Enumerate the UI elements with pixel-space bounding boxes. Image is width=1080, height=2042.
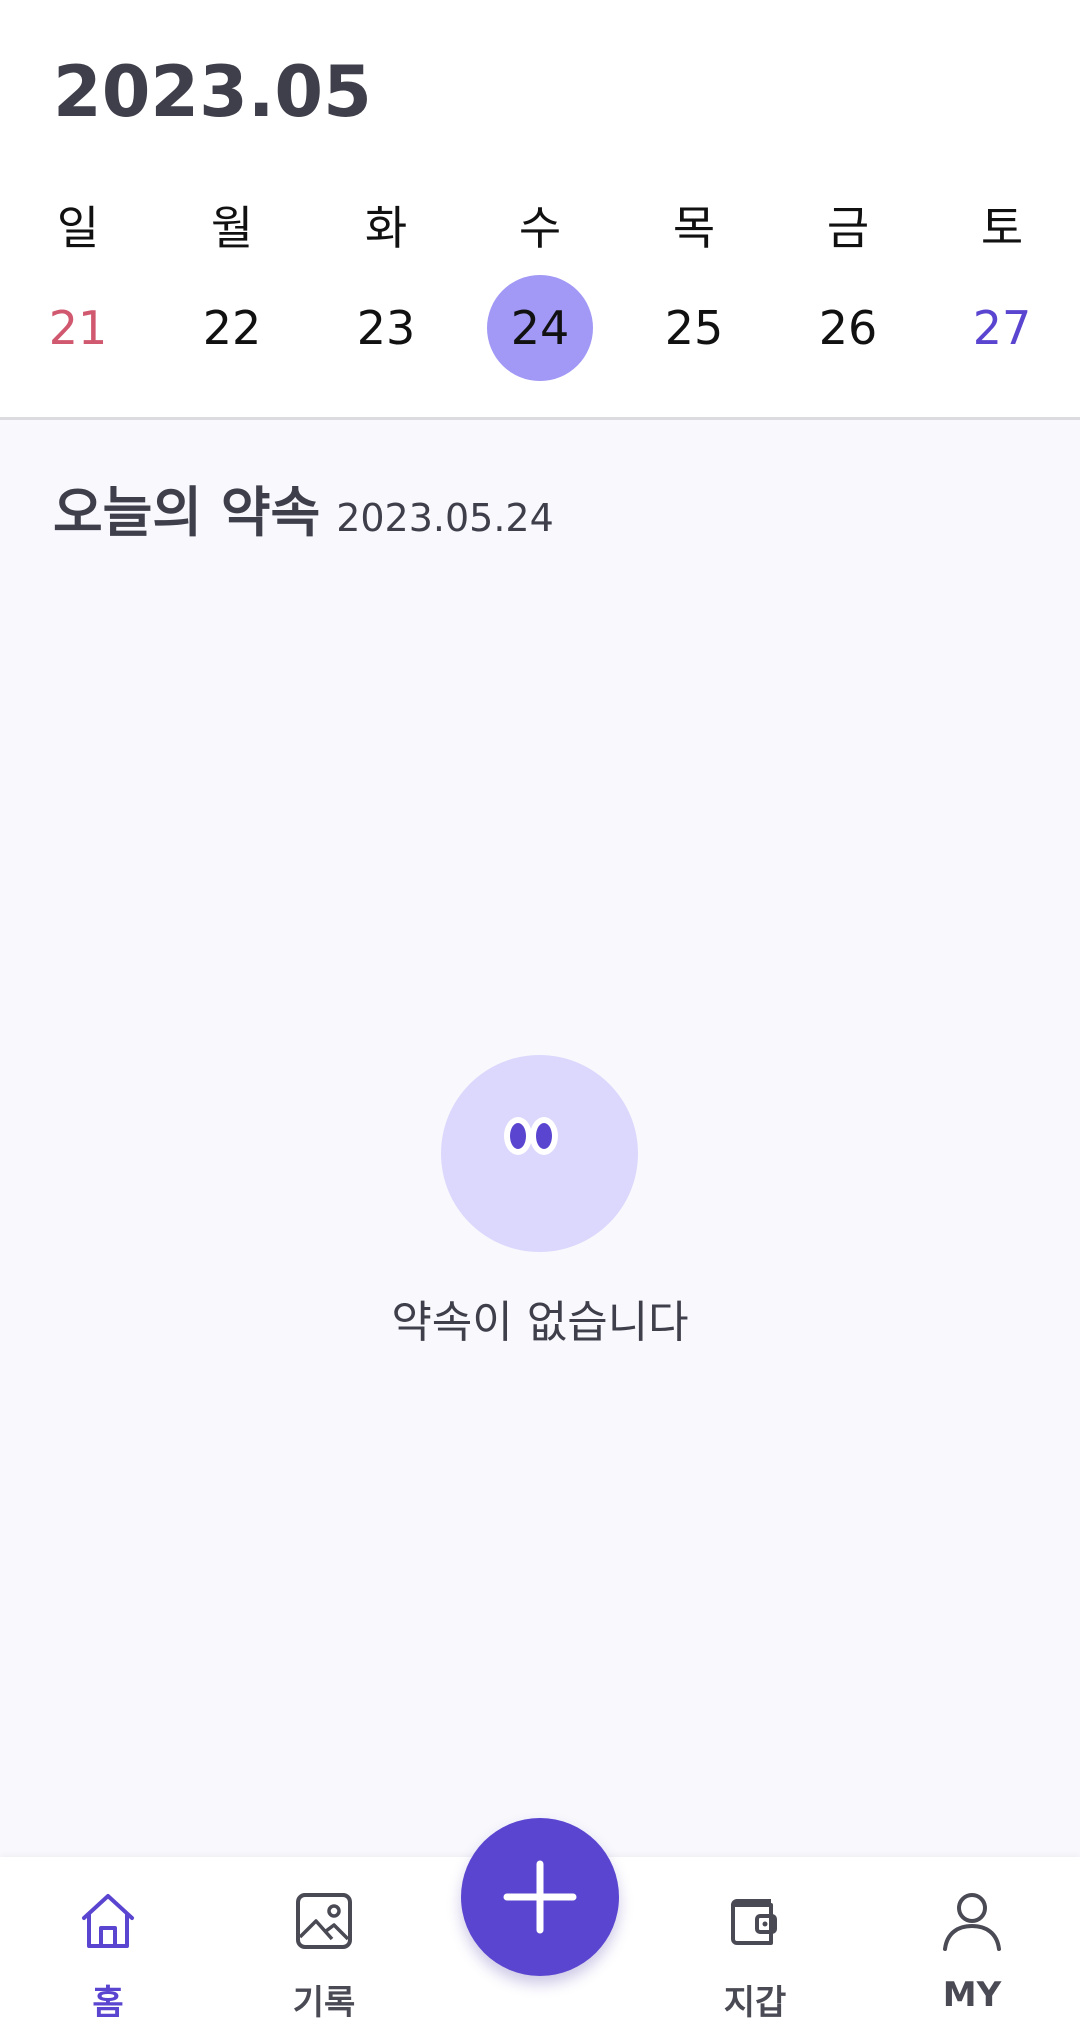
date-cell[interactable]: 22 (155, 270, 309, 385)
date-number: 27 (972, 300, 1032, 355)
date-cell[interactable]: 25 (617, 270, 771, 385)
date-number: 26 (818, 300, 878, 355)
date-cell[interactable]: 23 (309, 270, 463, 385)
date-row: 21 22 23 24 25 26 27 (0, 270, 1080, 385)
weekday-row: 일 월 화 수 목 금 토 (0, 190, 1080, 260)
empty-state-face-icon (441, 1055, 638, 1252)
date-cell[interactable]: 26 (771, 270, 925, 385)
date-cell[interactable]: 27 (925, 270, 1079, 385)
month-title[interactable]: 2023.05 (53, 50, 372, 134)
empty-state-message: 약속이 없습니다 (391, 1297, 689, 1348)
calendar-header: 2023.05 일 월 화 수 목 금 토 21 22 23 24 25 26 … (0, 0, 1080, 420)
wallet-icon (731, 1899, 777, 1945)
weekday-tue: 화 (364, 201, 408, 255)
person-icon (943, 1893, 1001, 1951)
weekday-wed: 수 (518, 201, 562, 255)
date-cell-selected[interactable]: 24 (463, 270, 617, 385)
add-appointment-button[interactable] (461, 1818, 619, 1976)
plus-icon (503, 1860, 577, 1934)
date-cell[interactable]: 21 (1, 270, 155, 385)
tab-home[interactable]: 홈 (28, 1857, 188, 2042)
tab-my-label: MY (942, 1975, 1002, 2015)
date-number: 23 (356, 300, 416, 355)
weekday-thu: 목 (672, 201, 716, 255)
tab-wallet[interactable]: 지갑 (675, 1857, 835, 2042)
date-number: 25 (664, 300, 724, 355)
weekday-sat: 토 (980, 201, 1024, 255)
today-date: 2023.05.24 (336, 496, 554, 540)
weekday-fri: 금 (826, 201, 870, 255)
weekday-sun: 일 (56, 201, 100, 255)
today-header: 오늘의 약속 2023.05.24 (53, 468, 554, 547)
tab-my[interactable]: MY (892, 1857, 1052, 2042)
home-icon (82, 1894, 134, 1948)
left-eye (504, 1117, 532, 1155)
date-number: 21 (48, 300, 108, 355)
today-title: 오늘의 약속 (53, 481, 321, 544)
right-eye (530, 1117, 558, 1155)
weekday-mon: 월 (210, 201, 254, 255)
tab-records-label: 기록 (292, 1983, 356, 2023)
appointments-section: 오늘의 약속 2023.05.24 약속이 없습니다 (0, 420, 1080, 1857)
tab-wallet-label: 지갑 (723, 1983, 787, 2023)
tab-records[interactable]: 기록 (244, 1857, 404, 2042)
date-number: 24 (510, 300, 570, 355)
date-number: 22 (202, 300, 262, 355)
tab-home-label: 홈 (92, 1983, 124, 2023)
image-icon (296, 1893, 352, 1949)
